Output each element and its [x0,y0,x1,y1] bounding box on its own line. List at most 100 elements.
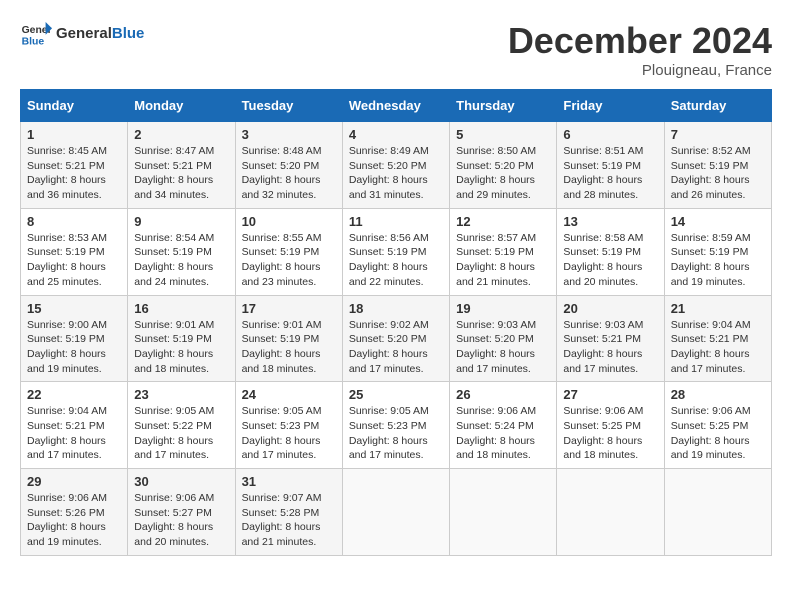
logo-general: General [56,25,112,42]
day-number: 11 [349,214,443,229]
calendar-cell: 6 Sunrise: 8:51 AMSunset: 5:19 PMDaylight… [557,122,664,209]
calendar-week-row: 22 Sunrise: 9:04 AMSunset: 5:21 PMDayligh… [21,382,772,469]
calendar-cell: 24 Sunrise: 9:05 AMSunset: 5:23 PMDayligh… [235,382,342,469]
day-number: 10 [242,214,336,229]
cell-info: Sunrise: 9:01 AMSunset: 5:19 PMDaylight:… [134,318,228,377]
calendar-cell: 2 Sunrise: 8:47 AMSunset: 5:21 PMDaylight… [128,122,235,209]
header-row: Sunday Monday Tuesday Wednesday Thursday… [21,90,772,122]
calendar-cell: 12 Sunrise: 8:57 AMSunset: 5:19 PMDayligh… [450,208,557,295]
calendar-week-row: 15Sunrise: 9:00 AMSunset: 5:19 PMDayligh… [21,295,772,382]
day-number: 22 [27,387,121,402]
calendar-cell: 29 Sunrise: 9:06 AMSunset: 5:26 PMDayligh… [21,469,128,556]
cell-info: Sunrise: 8:54 AMSunset: 5:19 PMDaylight:… [134,231,228,290]
calendar-cell: 17Sunrise: 9:01 AMSunset: 5:19 PMDayligh… [235,295,342,382]
cell-info: Sunrise: 9:04 AMSunset: 5:21 PMDaylight:… [27,404,121,463]
day-number: 28 [671,387,765,402]
cell-info: Sunrise: 8:53 AMSunset: 5:19 PMDaylight:… [27,231,121,290]
cell-info: Sunrise: 8:57 AMSunset: 5:19 PMDaylight:… [456,231,550,290]
calendar-cell: 21 Sunrise: 9:04 AMSunset: 5:21 PMDayligh… [664,295,771,382]
calendar-cell: 30Sunrise: 9:06 AMSunset: 5:27 PMDayligh… [128,469,235,556]
calendar-cell: 5 Sunrise: 8:50 AMSunset: 5:20 PMDaylight… [450,122,557,209]
day-number: 9 [134,214,228,229]
calendar-cell: 3 Sunrise: 8:48 AMSunset: 5:20 PMDaylight… [235,122,342,209]
cell-info: Sunrise: 8:45 AMSunset: 5:21 PMDaylight:… [27,144,121,203]
logo-icon: General Blue [20,20,52,48]
calendar-cell: 10Sunrise: 8:55 AMSunset: 5:19 PMDayligh… [235,208,342,295]
cell-info: Sunrise: 8:59 AMSunset: 5:19 PMDaylight:… [671,231,765,290]
cell-info: Sunrise: 9:05 AMSunset: 5:23 PMDaylight:… [242,404,336,463]
day-number: 27 [563,387,657,402]
day-number: 4 [349,127,443,142]
calendar-week-row: 29 Sunrise: 9:06 AMSunset: 5:26 PMDayligh… [21,469,772,556]
day-number: 12 [456,214,550,229]
cell-info: Sunrise: 9:06 AMSunset: 5:24 PMDaylight:… [456,404,550,463]
calendar-cell: 9 Sunrise: 8:54 AMSunset: 5:19 PMDaylight… [128,208,235,295]
cell-info: Sunrise: 9:05 AMSunset: 5:23 PMDaylight:… [349,404,443,463]
day-number: 2 [134,127,228,142]
calendar-cell: 25 Sunrise: 9:05 AMSunset: 5:23 PMDayligh… [342,382,449,469]
cell-info: Sunrise: 8:48 AMSunset: 5:20 PMDaylight:… [242,144,336,203]
title-area: December 2024 Plouigneau, France [508,20,772,79]
day-number: 24 [242,387,336,402]
header: General Blue GeneralBlue December 2024 P… [20,20,772,79]
cell-info: Sunrise: 9:02 AMSunset: 5:20 PMDaylight:… [349,318,443,377]
calendar-cell: 26 Sunrise: 9:06 AMSunset: 5:24 PMDayligh… [450,382,557,469]
calendar-cell: 16 Sunrise: 9:01 AMSunset: 5:19 PMDayligh… [128,295,235,382]
calendar-cell: 27 Sunrise: 9:06 AMSunset: 5:25 PMDayligh… [557,382,664,469]
cell-info: Sunrise: 8:56 AMSunset: 5:19 PMDaylight:… [349,231,443,290]
calendar-cell: 7 Sunrise: 8:52 AMSunset: 5:19 PMDaylight… [664,122,771,209]
calendar-cell: 4Sunrise: 8:49 AMSunset: 5:20 PMDaylight… [342,122,449,209]
calendar-cell: 13Sunrise: 8:58 AMSunset: 5:19 PMDayligh… [557,208,664,295]
cell-info: Sunrise: 8:51 AMSunset: 5:19 PMDaylight:… [563,144,657,203]
day-number: 21 [671,301,765,316]
day-number: 18 [349,301,443,316]
svg-text:Blue: Blue [22,36,45,47]
calendar-cell: 23Sunrise: 9:05 AMSunset: 5:22 PMDayligh… [128,382,235,469]
cell-info: Sunrise: 8:50 AMSunset: 5:20 PMDaylight:… [456,144,550,203]
cell-info: Sunrise: 8:52 AMSunset: 5:19 PMDaylight:… [671,144,765,203]
col-thursday: Thursday [450,90,557,122]
calendar-cell: 1 Sunrise: 8:45 AMSunset: 5:21 PMDaylight… [21,122,128,209]
day-number: 5 [456,127,550,142]
col-tuesday: Tuesday [235,90,342,122]
calendar-cell: 18 Sunrise: 9:02 AMSunset: 5:20 PMDayligh… [342,295,449,382]
calendar-cell: 11 Sunrise: 8:56 AMSunset: 5:19 PMDayligh… [342,208,449,295]
cell-info: Sunrise: 9:06 AMSunset: 5:26 PMDaylight:… [27,491,121,550]
col-saturday: Saturday [664,90,771,122]
day-number: 30 [134,474,228,489]
cell-info: Sunrise: 9:07 AMSunset: 5:28 PMDaylight:… [242,491,336,550]
day-number: 16 [134,301,228,316]
cell-info: Sunrise: 9:04 AMSunset: 5:21 PMDaylight:… [671,318,765,377]
day-number: 6 [563,127,657,142]
day-number: 31 [242,474,336,489]
day-number: 3 [242,127,336,142]
calendar-table: Sunday Monday Tuesday Wednesday Thursday… [20,89,772,556]
cell-info: Sunrise: 8:47 AMSunset: 5:21 PMDaylight:… [134,144,228,203]
calendar-cell: 19Sunrise: 9:03 AMSunset: 5:20 PMDayligh… [450,295,557,382]
day-number: 8 [27,214,121,229]
cell-info: Sunrise: 9:00 AMSunset: 5:19 PMDaylight:… [27,318,121,377]
cell-info: Sunrise: 9:01 AMSunset: 5:19 PMDaylight:… [242,318,336,377]
logo-blue: Blue [112,25,145,42]
cell-info: Sunrise: 9:03 AMSunset: 5:21 PMDaylight:… [563,318,657,377]
location: Plouigneau, France [508,62,772,79]
calendar-cell: 31 Sunrise: 9:07 AMSunset: 5:28 PMDayligh… [235,469,342,556]
calendar-week-row: 1 Sunrise: 8:45 AMSunset: 5:21 PMDaylight… [21,122,772,209]
day-number: 1 [27,127,121,142]
calendar-cell: 14 Sunrise: 8:59 AMSunset: 5:19 PMDayligh… [664,208,771,295]
calendar-cell [450,469,557,556]
col-monday: Monday [128,90,235,122]
day-number: 25 [349,387,443,402]
calendar-cell: 28Sunrise: 9:06 AMSunset: 5:25 PMDayligh… [664,382,771,469]
calendar-cell [664,469,771,556]
calendar-cell: 20Sunrise: 9:03 AMSunset: 5:21 PMDayligh… [557,295,664,382]
cell-info: Sunrise: 9:06 AMSunset: 5:25 PMDaylight:… [563,404,657,463]
day-number: 7 [671,127,765,142]
calendar-cell: 8 Sunrise: 8:53 AMSunset: 5:19 PMDaylight… [21,208,128,295]
day-number: 14 [671,214,765,229]
day-number: 26 [456,387,550,402]
day-number: 29 [27,474,121,489]
month-title: December 2024 [508,20,772,62]
calendar-cell [557,469,664,556]
day-number: 19 [456,301,550,316]
